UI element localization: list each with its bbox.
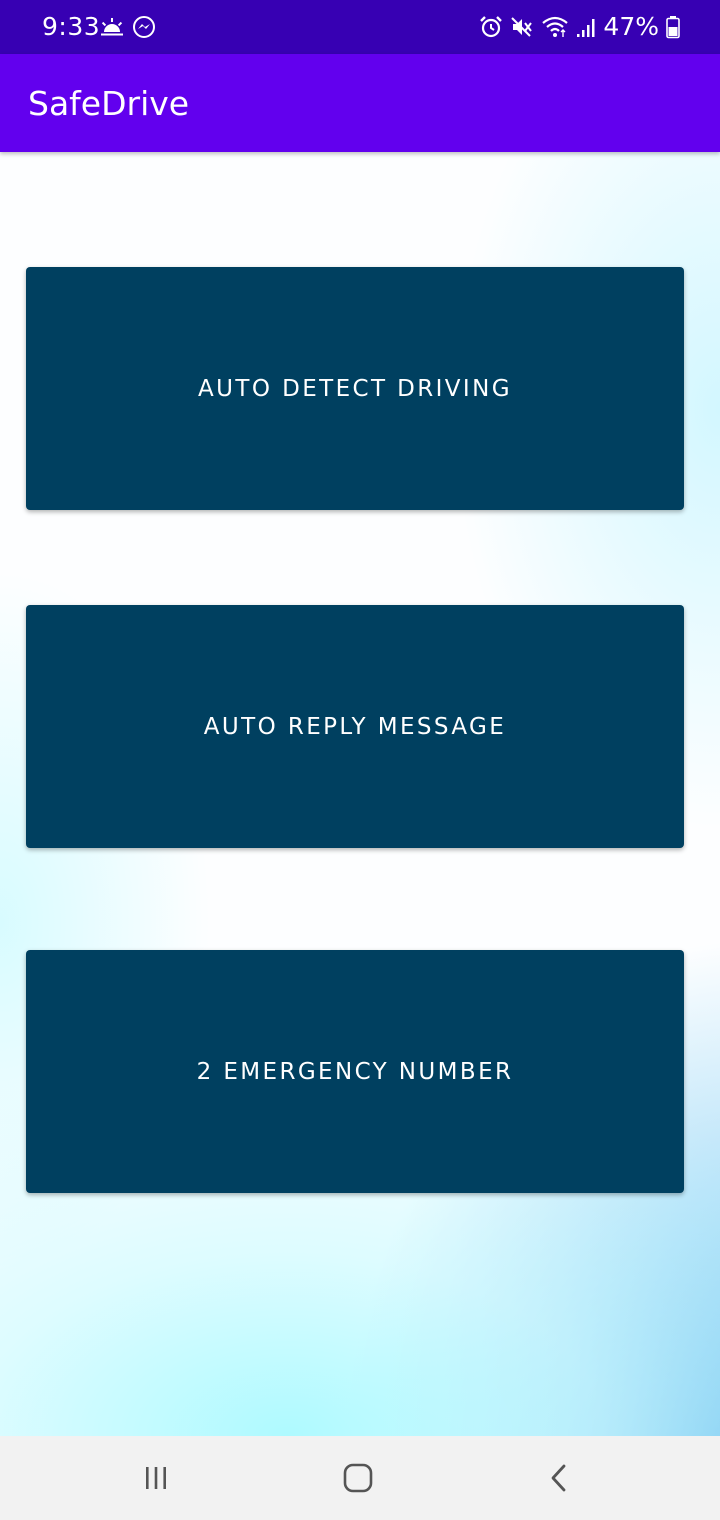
app-title: SafeDrive (28, 84, 190, 123)
app-bar: SafeDrive (0, 54, 720, 152)
status-left-icons (100, 15, 156, 39)
home-button[interactable] (328, 1454, 388, 1502)
auto-reply-message-button[interactable]: AUTO REPLY MESSAGE (26, 605, 684, 848)
recent-apps-button[interactable] (126, 1454, 186, 1502)
back-icon (545, 1463, 575, 1493)
messenger-icon (132, 15, 156, 39)
status-time: 9:33 (42, 12, 101, 41)
battery-percent: 47% (603, 12, 659, 41)
recent-apps-icon (141, 1463, 171, 1493)
alarm-icon (479, 15, 503, 39)
navigation-bar (0, 1436, 720, 1520)
signal-icon (576, 16, 596, 38)
home-icon (342, 1462, 374, 1494)
battery-icon (666, 15, 680, 39)
status-bar: 9:33 47% (0, 0, 720, 54)
auto-detect-driving-button[interactable]: AUTO DETECT DRIVING (26, 267, 684, 510)
wifi-icon (541, 15, 569, 39)
emergency-number-button[interactable]: 2 EMERGENCY NUMBER (26, 950, 684, 1193)
main-content: AUTO DETECT DRIVING AUTO REPLY MESSAGE 2… (0, 152, 720, 1436)
status-right-icons: 47% (479, 12, 680, 42)
mute-icon (510, 15, 534, 39)
weather-sunrise-icon (100, 17, 124, 37)
back-button[interactable] (530, 1454, 590, 1502)
